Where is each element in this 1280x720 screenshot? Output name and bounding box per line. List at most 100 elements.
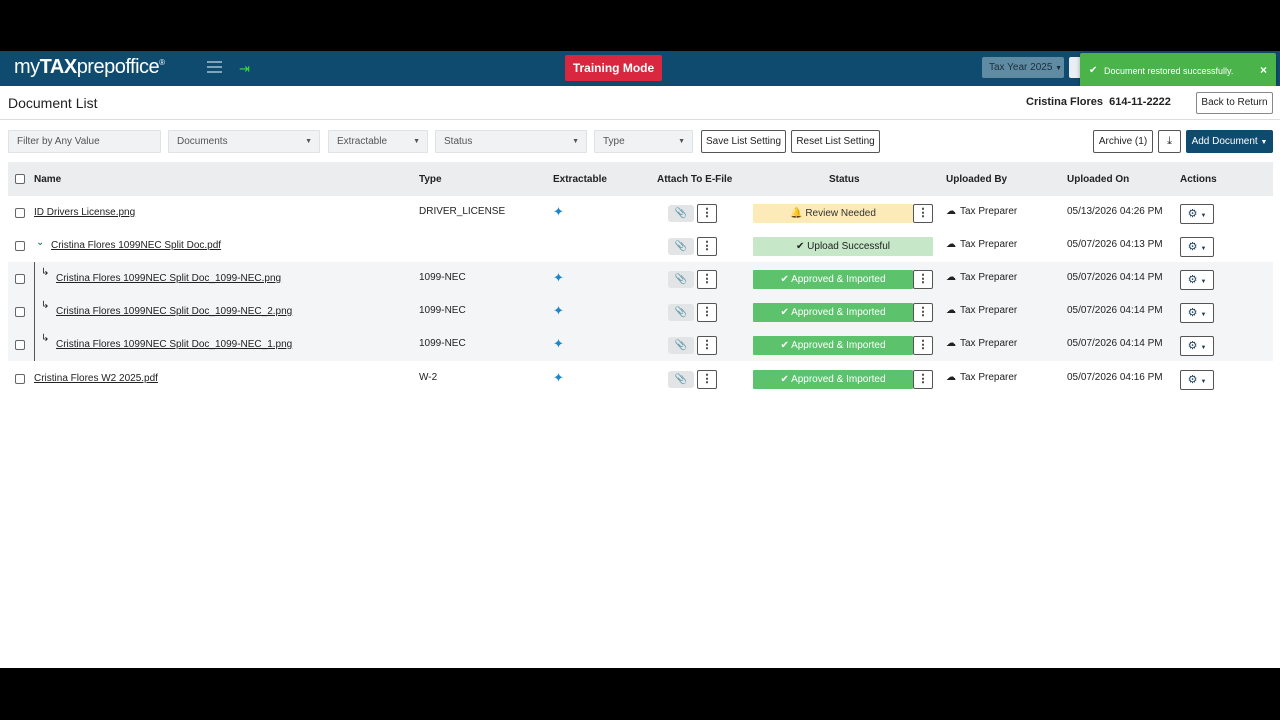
paperclip-icon[interactable]: 📎 bbox=[668, 304, 694, 321]
status-menu-button[interactable]: ⋮ bbox=[913, 303, 933, 322]
uploaded-on: 05/07/2026 04:14 PM bbox=[1067, 338, 1163, 349]
save-list-setting-button[interactable]: Save List Setting bbox=[701, 130, 786, 153]
more-options-button[interactable]: ⋮ bbox=[697, 204, 717, 223]
col-status[interactable]: Status bbox=[829, 174, 860, 185]
more-options-button[interactable]: ⋮ bbox=[697, 237, 717, 256]
document-link[interactable]: Cristina Flores 1099NEC Split Doc_1099-N… bbox=[56, 339, 292, 350]
bell-icon: 🔔 bbox=[790, 208, 803, 219]
tax-year-dropdown[interactable]: Tax Year 2025 ▼ bbox=[982, 57, 1064, 78]
status-badge: ✔ Approved & Imported bbox=[753, 370, 913, 389]
gear-icon[interactable]: ⚙ ▼ bbox=[1180, 303, 1214, 323]
upload-icon: ☁ bbox=[946, 239, 956, 250]
check-icon: ✔ bbox=[1089, 65, 1098, 76]
col-uploaded-by[interactable]: Uploaded By bbox=[946, 174, 1007, 185]
status-select[interactable]: Status ▼ bbox=[435, 130, 587, 153]
table-row: ⌄ Cristina Flores 1099NEC Split Doc.pdf … bbox=[8, 229, 1273, 262]
gear-icon[interactable]: ⚙ ▼ bbox=[1180, 204, 1214, 224]
back-to-return-button[interactable]: Back to Return bbox=[1196, 92, 1273, 114]
gear-icon[interactable]: ⚙ ▼ bbox=[1180, 237, 1214, 257]
document-link[interactable]: Cristina Flores 1099NEC Split Doc_1099-N… bbox=[56, 306, 292, 317]
document-link[interactable]: Cristina Flores 1099NEC Split Doc.pdf bbox=[51, 240, 221, 251]
status-menu-button[interactable]: ⋮ bbox=[913, 204, 933, 223]
uploaded-by: ☁ Tax Preparer bbox=[946, 372, 1018, 383]
status-menu-button[interactable]: ⋮ bbox=[913, 270, 933, 289]
divider bbox=[0, 119, 1280, 120]
check-circle-icon: ✔ bbox=[780, 374, 789, 385]
uploaded-on: 05/07/2026 04:16 PM bbox=[1067, 372, 1163, 383]
uploaded-by: ☁ Tax Preparer bbox=[946, 239, 1018, 250]
document-link[interactable]: ID Drivers License.png bbox=[34, 207, 135, 218]
sparkle-icon[interactable]: ✦ bbox=[553, 204, 564, 220]
indent-bar bbox=[34, 262, 35, 295]
sparkle-icon[interactable]: ✦ bbox=[553, 270, 564, 286]
chevron-down-icon: ▼ bbox=[413, 138, 420, 145]
child-arrow-icon: ↳ bbox=[41, 267, 50, 278]
documents-select[interactable]: Documents ▼ bbox=[168, 130, 320, 153]
client-info: Cristina Flores 614-11-2222 bbox=[1026, 96, 1171, 108]
col-extractable[interactable]: Extractable bbox=[553, 174, 607, 185]
status-menu-button[interactable]: ⋮ bbox=[913, 336, 933, 355]
status-badge: 🔔 Review Needed bbox=[753, 204, 913, 223]
table-row: ↳ Cristina Flores 1099NEC Split Doc_1099… bbox=[8, 295, 1273, 328]
paperclip-icon[interactable]: 📎 bbox=[668, 371, 694, 388]
paperclip-icon[interactable]: 📎 bbox=[668, 337, 694, 354]
type-select[interactable]: Type ▼ bbox=[594, 130, 693, 153]
gear-icon[interactable]: ⚙ ▼ bbox=[1180, 270, 1214, 290]
uploaded-on: 05/07/2026 04:14 PM bbox=[1067, 305, 1163, 316]
document-link[interactable]: Cristina Flores 1099NEC Split Doc_1099-N… bbox=[56, 273, 281, 284]
col-uploaded-on[interactable]: Uploaded On bbox=[1067, 174, 1129, 185]
row-checkbox[interactable] bbox=[15, 208, 25, 218]
sparkle-icon[interactable]: ✦ bbox=[553, 303, 564, 319]
col-actions[interactable]: Actions bbox=[1180, 174, 1217, 185]
main-content: Document List Cristina Flores 614-11-222… bbox=[0, 86, 1280, 668]
app-logo[interactable]: myTAXprepoffice® bbox=[14, 56, 165, 79]
more-options-button[interactable]: ⋮ bbox=[697, 370, 717, 389]
toast-message: Document restored successfully. bbox=[1104, 66, 1234, 76]
close-icon[interactable]: × bbox=[1260, 63, 1267, 77]
uploaded-by: ☁ Tax Preparer bbox=[946, 206, 1018, 217]
more-options-button[interactable]: ⋮ bbox=[697, 336, 717, 355]
document-type: 1099-NEC bbox=[419, 272, 466, 283]
gear-icon[interactable]: ⚙ ▼ bbox=[1180, 370, 1214, 390]
toast-notification: ✔ Document restored successfully. × bbox=[1080, 53, 1276, 89]
col-type[interactable]: Type bbox=[419, 174, 442, 185]
more-options-button[interactable]: ⋮ bbox=[697, 303, 717, 322]
sparkle-icon[interactable]: ✦ bbox=[553, 370, 564, 386]
check-circle-icon: ✔ bbox=[780, 274, 789, 285]
gear-icon[interactable]: ⚙ ▼ bbox=[1180, 336, 1214, 356]
pin-icon[interactable]: ⇥ bbox=[239, 61, 250, 77]
training-mode-badge[interactable]: Training Mode bbox=[565, 55, 662, 81]
table-row: ↳ Cristina Flores 1099NEC Split Doc_1099… bbox=[8, 328, 1273, 361]
select-all-checkbox[interactable] bbox=[15, 174, 25, 184]
status-menu-button[interactable]: ⋮ bbox=[913, 370, 933, 389]
sparkle-icon[interactable]: ✦ bbox=[553, 336, 564, 352]
more-options-button[interactable]: ⋮ bbox=[697, 270, 717, 289]
download-icon[interactable]: ⤓ bbox=[1158, 130, 1181, 153]
upload-icon: ☁ bbox=[946, 305, 956, 316]
chevron-down-icon[interactable]: ⌄ bbox=[36, 237, 44, 248]
paperclip-icon[interactable]: 📎 bbox=[668, 271, 694, 288]
row-checkbox[interactable] bbox=[15, 374, 25, 384]
col-attach[interactable]: Attach To E-File bbox=[657, 174, 732, 185]
documents-label: Documents bbox=[177, 136, 228, 147]
archive-button[interactable]: Archive (1) bbox=[1093, 130, 1153, 153]
row-checkbox[interactable] bbox=[15, 307, 25, 317]
document-link[interactable]: Cristina Flores W2 2025.pdf bbox=[34, 373, 158, 384]
status-label: Status bbox=[444, 136, 473, 147]
reset-list-setting-button[interactable]: Reset List Setting bbox=[791, 130, 880, 153]
col-name[interactable]: Name bbox=[34, 174, 61, 185]
add-document-button[interactable]: Add Document ▼ bbox=[1186, 130, 1273, 153]
child-arrow-icon: ↳ bbox=[41, 333, 50, 344]
menu-icon[interactable] bbox=[207, 61, 222, 74]
paperclip-icon[interactable]: 📎 bbox=[668, 205, 694, 222]
status-badge: ✔ Approved & Imported bbox=[753, 270, 913, 289]
extractable-label: Extractable bbox=[337, 136, 388, 147]
row-checkbox[interactable] bbox=[15, 340, 25, 350]
filter-any-input[interactable]: Filter by Any Value bbox=[8, 130, 161, 153]
table-row: ↳ Cristina Flores 1099NEC Split Doc_1099… bbox=[8, 262, 1273, 295]
extractable-select[interactable]: Extractable ▼ bbox=[328, 130, 428, 153]
row-checkbox[interactable] bbox=[15, 241, 25, 251]
row-checkbox[interactable] bbox=[15, 274, 25, 284]
paperclip-icon[interactable]: 📎 bbox=[668, 238, 694, 255]
filter-any-placeholder: Filter by Any Value bbox=[17, 136, 100, 147]
